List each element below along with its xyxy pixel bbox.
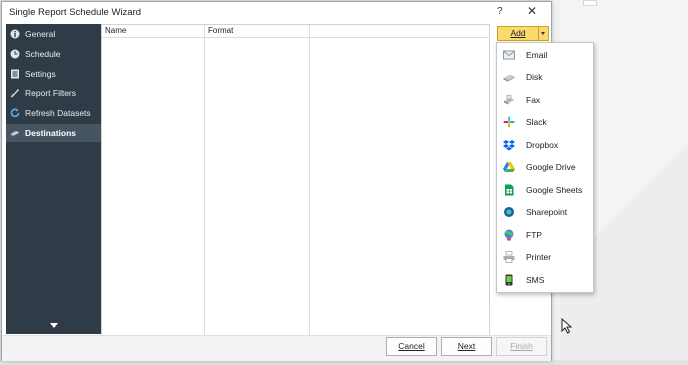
sms-icon: [503, 274, 515, 286]
wizard-dialog: Single Report Schedule Wizard ? ✕ Genera…: [1, 1, 552, 361]
sidebar-item-label: General: [25, 29, 56, 39]
menu-item-label: Disk: [526, 72, 543, 82]
column-header-empty[interactable]: [310, 25, 483, 37]
title-bar: Single Report Schedule Wizard ? ✕: [2, 2, 551, 23]
menu-item-google-sheets[interactable]: Google Sheets: [497, 181, 593, 199]
close-button[interactable]: ✕: [527, 4, 537, 18]
refresh-icon: [10, 108, 20, 118]
menu-item-label: FTP: [526, 230, 543, 240]
menu-item-label: SMS: [526, 275, 545, 285]
email-icon: [503, 49, 515, 61]
sidebar-item-schedule[interactable]: Schedule: [6, 45, 101, 63]
dropbox-icon: [503, 139, 515, 151]
fax-icon: [503, 94, 515, 106]
google-sheets-icon: [503, 184, 515, 196]
sidebar-item-label: Settings: [25, 69, 56, 79]
sidebar-item-label: Destinations: [25, 128, 77, 138]
finish-button[interactable]: Finish: [496, 337, 547, 356]
clock-icon: [10, 49, 20, 59]
google-drive-icon: [503, 161, 515, 173]
chevron-down-icon[interactable]: [541, 32, 545, 35]
menu-item-label: Google Sheets: [526, 185, 583, 195]
cancel-button[interactable]: Cancel: [386, 337, 437, 356]
menu-item-label: Printer: [526, 252, 552, 262]
destinations-grid[interactable]: Name Format: [101, 24, 490, 336]
menu-item-label: Dropbox: [526, 140, 559, 150]
menu-item-sharepoint[interactable]: Sharepoint: [497, 203, 593, 221]
destinations-icon: [10, 128, 20, 138]
menu-item-dropbox[interactable]: Dropbox: [497, 136, 593, 154]
add-button-label: Add: [510, 28, 526, 38]
menu-item-label: Email: [526, 50, 548, 60]
window-title: Single Report Schedule Wizard: [9, 7, 142, 18]
column-header-name[interactable]: Name: [102, 25, 203, 37]
ftp-icon: [503, 229, 515, 241]
background-window-edge: [583, 0, 597, 6]
scroll-down-arrow-icon[interactable]: [50, 323, 58, 328]
menu-item-label: Google Drive: [526, 162, 576, 172]
settings-icon: [10, 69, 20, 79]
menu-item-slack[interactable]: Slack: [497, 113, 593, 131]
add-button-divider: [538, 27, 539, 40]
sidebar-item-label: Report Filters: [25, 88, 77, 98]
dialog-footer: Cancel Next Finish: [2, 335, 551, 361]
filter-icon: [10, 88, 20, 98]
sidebar-item-settings[interactable]: Settings: [6, 65, 101, 83]
column-divider: [204, 25, 205, 335]
sharepoint-icon: [503, 206, 515, 218]
disk-icon: [503, 71, 515, 83]
sidebar-item-general[interactable]: General: [6, 25, 101, 43]
sidebar-item-destinations[interactable]: Destinations: [6, 124, 101, 142]
menu-item-sms[interactable]: SMS: [497, 271, 593, 289]
sidebar-item-report-filters[interactable]: Report Filters: [6, 84, 101, 102]
mouse-pointer-icon: [561, 317, 573, 336]
menu-item-label: Slack: [526, 117, 547, 127]
sidebar-item-label: Refresh Datasets: [25, 108, 91, 118]
sidebar-item-refresh-datasets[interactable]: Refresh Datasets: [6, 104, 101, 122]
info-icon: [10, 29, 20, 39]
add-button[interactable]: Add: [497, 26, 549, 41]
menu-item-google-drive[interactable]: Google Drive: [497, 158, 593, 176]
menu-item-email[interactable]: Email: [497, 46, 593, 64]
next-button-label: Next: [457, 341, 476, 351]
column-header-format[interactable]: Format: [205, 25, 308, 37]
finish-button-label: Finish: [510, 341, 533, 351]
help-button[interactable]: ?: [497, 6, 503, 17]
column-divider: [309, 25, 310, 335]
menu-item-ftp[interactable]: FTP: [497, 226, 593, 244]
menu-item-fax[interactable]: Fax: [497, 91, 593, 109]
next-button[interactable]: Next: [441, 337, 492, 356]
add-destination-menu: Email Disk Fax Slack Dropbox Google Driv…: [496, 42, 594, 293]
sidebar-item-label: Schedule: [25, 49, 61, 59]
cancel-button-label: Cancel: [398, 341, 425, 351]
menu-item-printer[interactable]: Printer: [497, 248, 593, 266]
menu-item-label: Fax: [526, 95, 541, 105]
slack-icon: [503, 116, 515, 128]
wizard-sidebar: General Schedule Settings Report Filters…: [6, 24, 101, 334]
menu-item-disk[interactable]: Disk: [497, 68, 593, 86]
header-divider: [102, 37, 489, 38]
printer-icon: [503, 251, 515, 263]
menu-item-label: Sharepoint: [526, 207, 568, 217]
